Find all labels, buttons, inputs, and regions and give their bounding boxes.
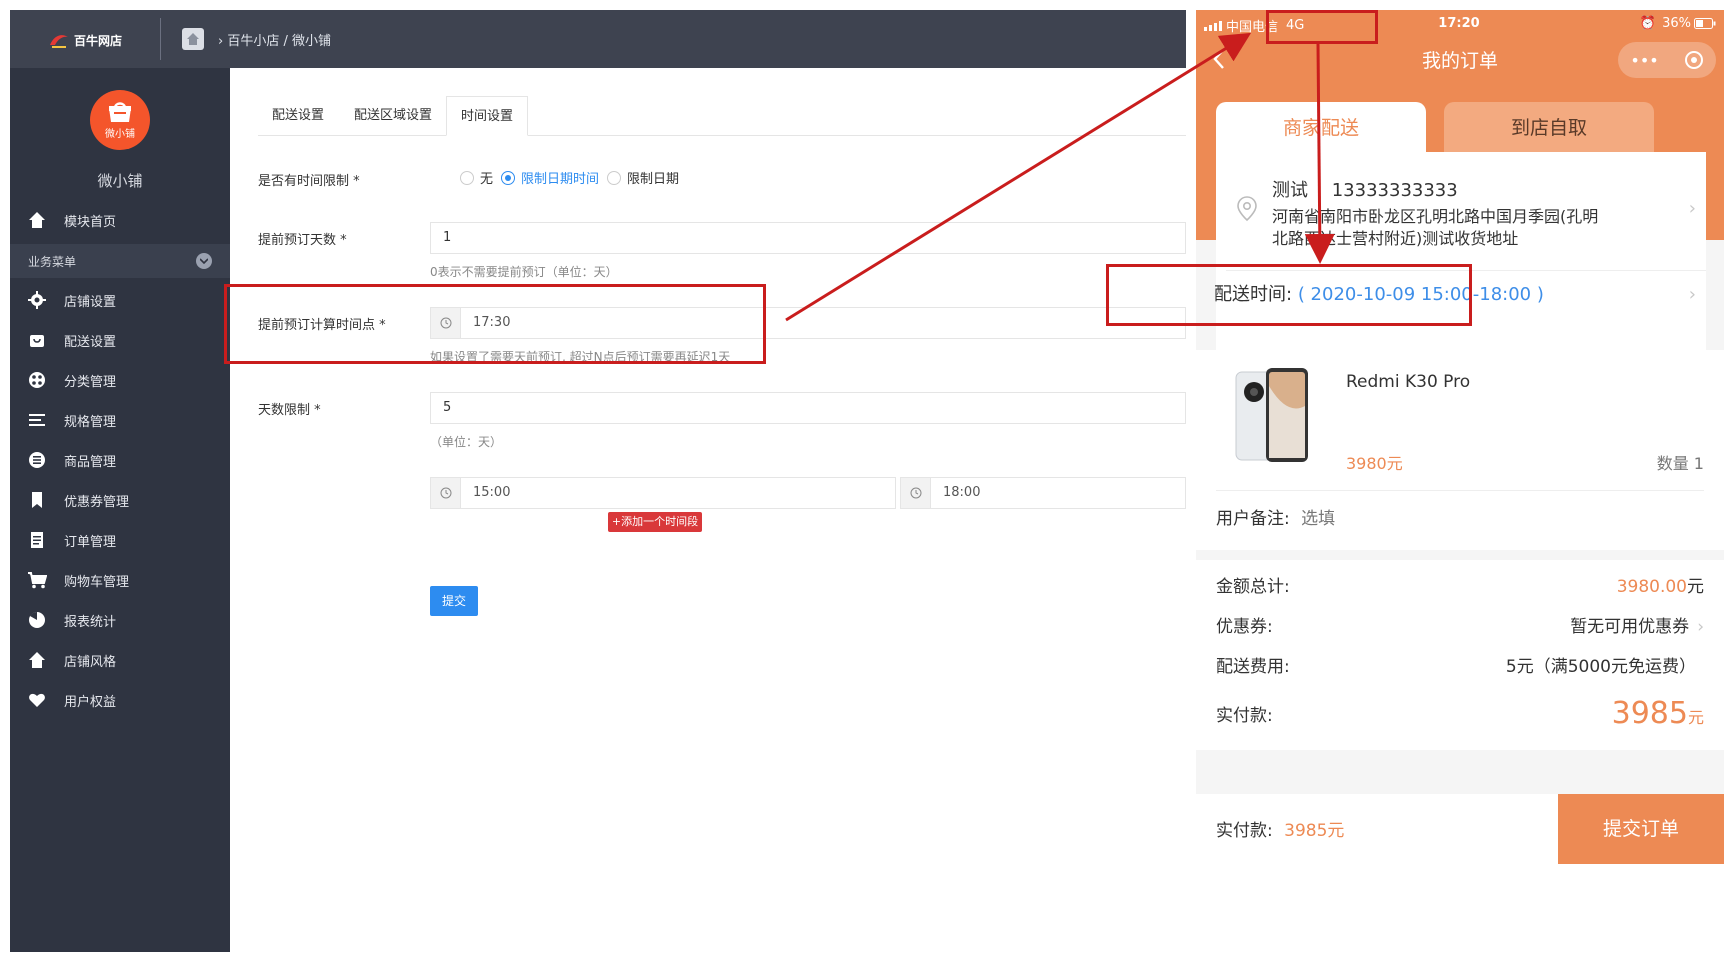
arrow-time-to-delivery <box>1304 43 1335 264</box>
annotation-arrows <box>785 32 1335 322</box>
arrow-cutoff-to-time <box>785 32 1252 322</box>
